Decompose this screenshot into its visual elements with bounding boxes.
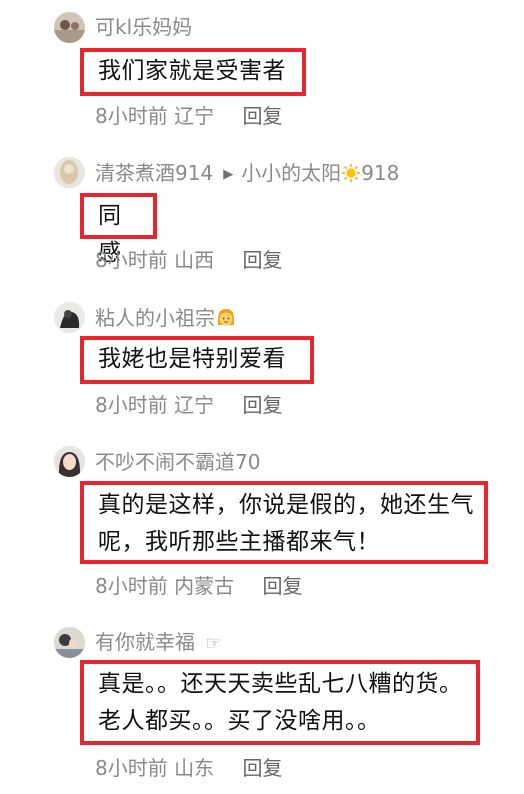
reply-to-username[interactable]: 小小的太阳 <box>241 161 341 185</box>
username[interactable]: 粘人的小祖宗 <box>95 306 215 330</box>
comment-text: 我姥也是特别爱看 <box>98 346 286 372</box>
comment-header: 粘人的小祖宗 <box>95 301 237 335</box>
username[interactable]: 清茶煮酒914 <box>95 161 213 185</box>
comment-meta: 8小时前 山东 回复 <box>95 753 282 783</box>
username[interactable]: 不吵不闹不霸道70 <box>95 450 260 474</box>
comment-time: 8小时前 <box>95 756 168 780</box>
username[interactable]: 可kl乐妈妈 <box>95 15 192 39</box>
reply-button[interactable]: 回复 <box>242 393 282 417</box>
comment-time: 8小时前 <box>95 574 168 598</box>
comment-header: 可kl乐妈妈 <box>95 10 192 44</box>
comment-highlight-box: 真是。。还天天卖些乱七八糟的货。老人都买。。买了没啥用。。 <box>80 660 480 745</box>
comment-text: 真是。。还天天卖些乱七八糟的货。老人都买。。买了没啥用。。 <box>98 671 463 734</box>
comment-time: 8小时前 <box>95 104 168 128</box>
reply-button[interactable]: 回复 <box>242 756 282 780</box>
comment-location: 辽宁 <box>174 104 215 128</box>
avatar[interactable] <box>54 627 85 658</box>
comment-header: 清茶煮酒914 ▶ 小小的太阳 918 <box>95 156 399 190</box>
comment-highlight-box: 同感 <box>80 193 157 266</box>
pointing-hand-icon: ☞ <box>205 633 222 654</box>
comment-location: 山西 <box>174 248 215 272</box>
reply-button[interactable]: 回复 <box>242 248 282 272</box>
comment-location: 山东 <box>174 756 215 780</box>
avatar[interactable] <box>54 446 85 477</box>
comment-location: 内蒙古 <box>174 574 235 598</box>
comment-meta: 8小时前 辽宁 回复 <box>95 390 282 420</box>
avatar[interactable] <box>54 302 85 333</box>
comment-highlight-box: 我姥也是特别爱看 <box>80 336 314 384</box>
girl-face-icon <box>215 306 237 330</box>
play-triangle-icon: ▶ <box>223 167 234 182</box>
comment-text: 真的是这样，你说是假的，她还生气呢，我听那些主播都来气！ <box>98 492 474 555</box>
comment-highlight-box: 真的是这样，你说是假的，她还生气呢，我听那些主播都来气！ <box>80 481 488 564</box>
comment-header: 有你就幸福 ☞ <box>95 625 222 659</box>
comment-time: 8小时前 <box>95 248 168 272</box>
reply-button[interactable]: 回复 <box>262 574 302 598</box>
avatar[interactable] <box>54 12 85 43</box>
comment-text: 我们家就是受害者 <box>98 58 286 84</box>
avatar[interactable] <box>54 157 85 188</box>
comment-time: 8小时前 <box>95 393 168 417</box>
reply-to-suffix[interactable]: 918 <box>361 161 399 185</box>
comment-header: 不吵不闹不霸道70 <box>95 445 260 479</box>
comment-meta: 8小时前 辽宁 回复 <box>95 101 282 131</box>
comment-location: 辽宁 <box>174 393 215 417</box>
reply-button[interactable]: 回复 <box>242 104 282 128</box>
comment-highlight-box: 我们家就是受害者 <box>80 48 306 96</box>
username[interactable]: 有你就幸福 <box>95 630 195 654</box>
comment-meta: 8小时前 内蒙古 回复 <box>95 571 302 601</box>
sun-icon <box>341 161 361 185</box>
comment-meta: 8小时前 山西 回复 <box>95 245 282 275</box>
